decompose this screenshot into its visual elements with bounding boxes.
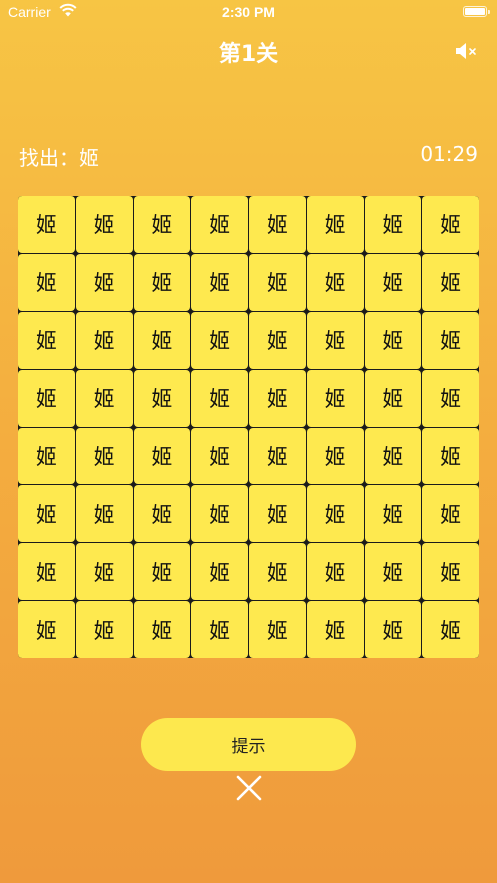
grid-cell[interactable]: 姬 [133,543,191,601]
grid-cell[interactable]: 姬 [422,311,479,369]
close-button[interactable] [235,774,263,802]
grid-cell[interactable]: 姬 [75,427,133,485]
grid-cell[interactable]: 姬 [306,543,364,601]
grid-cell[interactable]: 姬 [422,196,479,253]
hint-button[interactable]: 提示 [141,718,356,771]
grid-cell[interactable]: 姬 [75,601,133,658]
grid-cell[interactable]: 姬 [249,427,306,485]
grid-cell[interactable]: 姬 [364,369,422,427]
grid-cell[interactable]: 姬 [249,311,306,369]
close-icon [236,775,262,801]
grid-cell[interactable]: 姬 [18,601,75,658]
grid-cell[interactable]: 姬 [18,543,75,601]
grid-cell[interactable]: 姬 [364,253,422,311]
grid-cell[interactable]: 姬 [364,427,422,485]
grid-cell[interactable]: 姬 [133,601,191,658]
level-title: 第1关 [218,42,279,67]
grid-cell[interactable]: 姬 [249,196,306,253]
grid-cell[interactable]: 姬 [191,311,248,369]
grid-cell[interactable]: 姬 [306,311,364,369]
grid-cell[interactable]: 姬 [191,485,248,543]
status-bar: Carrier 2:30 PM [0,0,497,26]
grid-cell[interactable]: 姬 [249,543,306,601]
grid-cell[interactable]: 姬 [75,253,133,311]
grid-cell[interactable]: 姬 [364,311,422,369]
grid-cell[interactable]: 姬 [75,196,133,253]
grid-cell[interactable]: 姬 [75,485,133,543]
battery-icon [463,6,490,17]
grid-cell[interactable]: 姬 [364,196,422,253]
grid-cell[interactable]: 姬 [422,601,479,658]
grid-cell[interactable]: 姬 [422,543,479,601]
grid-cell[interactable]: 姬 [306,427,364,485]
grid-cell[interactable]: 姬 [249,485,306,543]
grid-cell[interactable]: 姬 [306,253,364,311]
hint-button-label: 提示 [231,737,266,756]
grid-cell[interactable]: 姬 [18,253,75,311]
grid-cell[interactable]: 姬 [18,485,75,543]
grid-cell[interactable]: 姬 [422,427,479,485]
grid-cell[interactable]: 姬 [364,543,422,601]
grid-cell[interactable]: 姬 [249,369,306,427]
grid-cell[interactable]: 姬 [422,369,479,427]
grid-cell[interactable]: 姬 [306,601,364,658]
grid-cell[interactable]: 姬 [75,543,133,601]
grid-cell[interactable]: 姬 [306,369,364,427]
countdown-timer: 01:29 [420,142,478,166]
grid-cell[interactable]: 姬 [191,196,248,253]
grid-cell[interactable]: 姬 [191,369,248,427]
grid-cell[interactable]: 姬 [422,253,479,311]
grid-cell[interactable]: 姬 [133,485,191,543]
grid-cell[interactable]: 姬 [18,369,75,427]
grid-cell[interactable]: 姬 [191,427,248,485]
grid-cell[interactable]: 姬 [364,601,422,658]
grid-cell[interactable]: 姬 [249,601,306,658]
grid-cell[interactable]: 姬 [306,485,364,543]
grid-cell[interactable]: 姬 [18,311,75,369]
target-character-label: 找出：姬 [19,146,99,170]
grid-cell[interactable]: 姬 [191,253,248,311]
grid-cell[interactable]: 姬 [133,427,191,485]
grid-cell[interactable]: 姬 [249,253,306,311]
grid-cell[interactable]: 姬 [75,369,133,427]
status-time: 2:30 PM [222,4,275,20]
grid-cell[interactable]: 姬 [18,196,75,253]
grid-cell[interactable]: 姬 [133,196,191,253]
grid-cell[interactable]: 姬 [133,369,191,427]
grid-cell[interactable]: 姬 [18,427,75,485]
grid-cell[interactable]: 姬 [306,196,364,253]
grid-cell[interactable]: 姬 [364,485,422,543]
grid-cell[interactable]: 姬 [422,485,479,543]
grid-cell[interactable]: 姬 [133,311,191,369]
grid-cell[interactable]: 姬 [191,543,248,601]
mute-button[interactable] [454,40,478,62]
speaker-muted-icon [456,43,476,59]
character-grid: 姬姬姬姬姬姬姬姬姬姬姬姬姬姬姬姬姬姬姬姬姬姬姬姬姬姬姬姬姬姬姬姬姬姬姬姬姬姬姬姬… [18,196,479,658]
grid-cell[interactable]: 姬 [133,253,191,311]
grid-cell[interactable]: 姬 [191,601,248,658]
grid-cell[interactable]: 姬 [75,311,133,369]
